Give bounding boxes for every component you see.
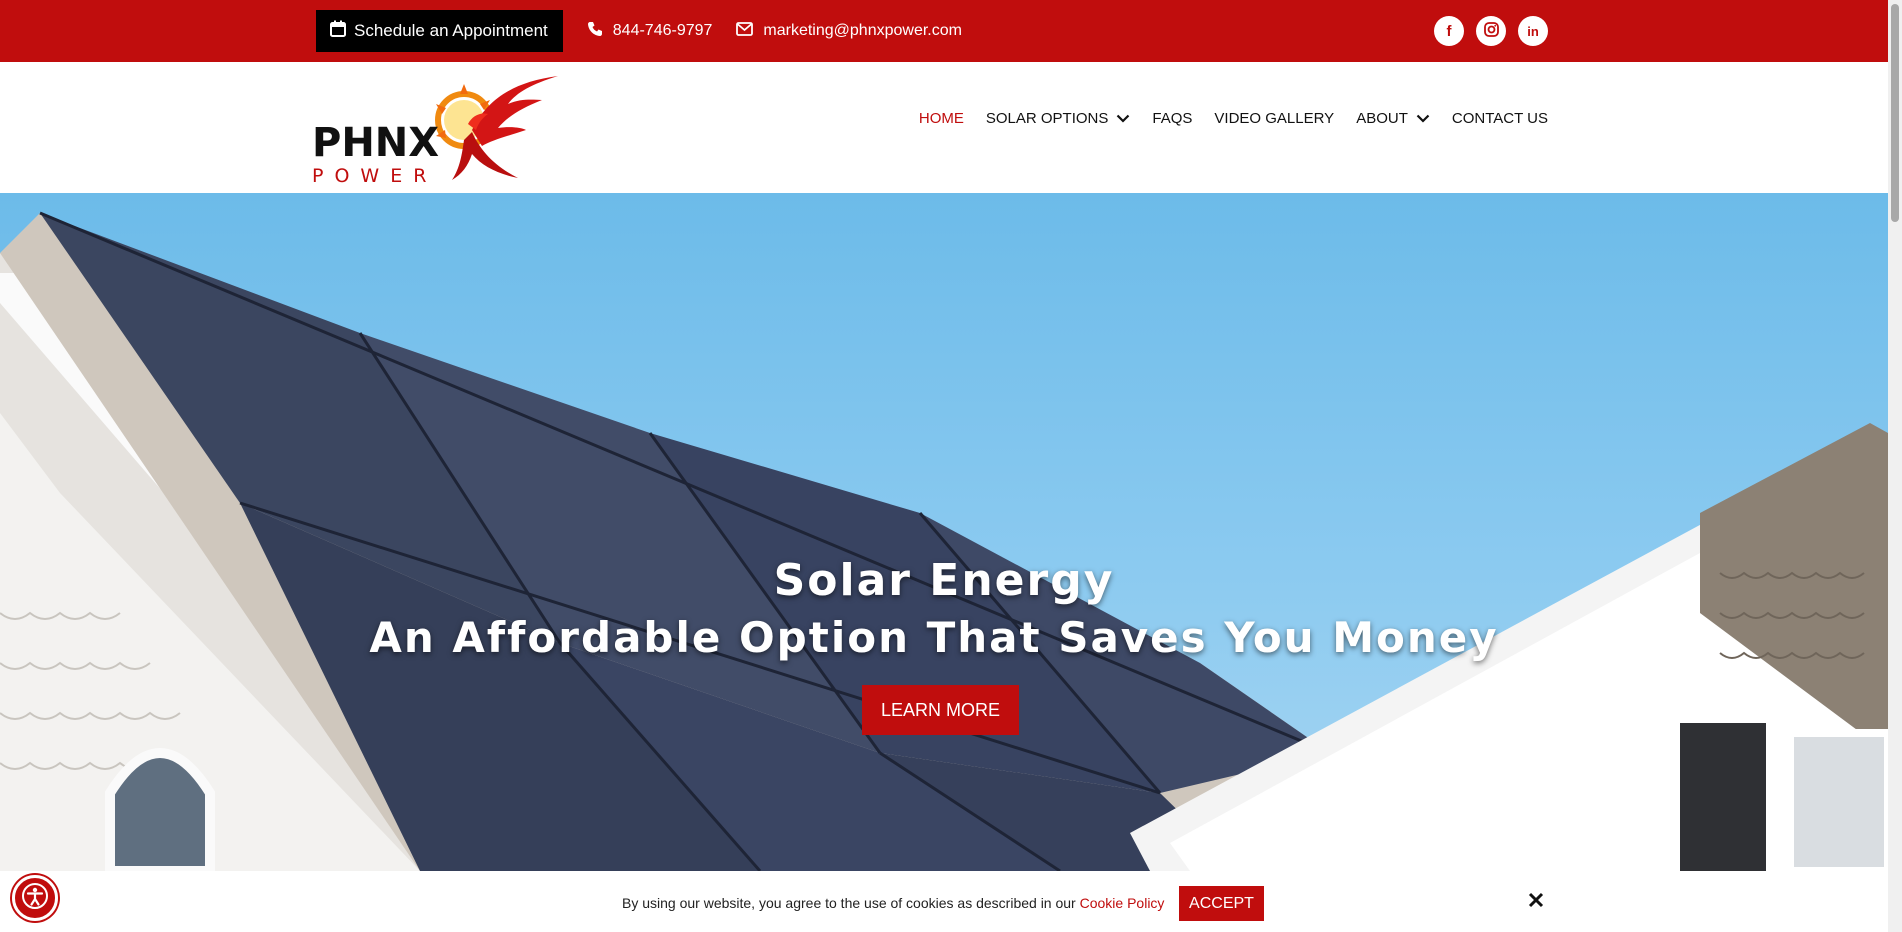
nav-faqs[interactable]: FAQS xyxy=(1152,110,1192,127)
calendar-icon xyxy=(330,20,346,42)
top-bar: Schedule an Appointment 844-746-9797 mar… xyxy=(0,0,1888,62)
phone-link[interactable]: 844-746-9797 xyxy=(587,21,713,42)
cookie-banner: By using our website, you agree to the u… xyxy=(0,871,1888,932)
top-bar-content: Schedule an Appointment 844-746-9797 mar… xyxy=(316,10,1548,52)
facebook-link[interactable]: f xyxy=(1434,16,1464,46)
logo-tagline: POWER xyxy=(312,165,437,187)
schedule-appointment-button[interactable]: Schedule an Appointment xyxy=(316,10,563,52)
solar-roof-image xyxy=(0,211,1888,871)
instagram-icon xyxy=(1483,21,1499,41)
nav-contact-us[interactable]: CONTACT US xyxy=(1452,110,1548,127)
email-link[interactable]: marketing@phnxpower.com xyxy=(736,21,962,41)
nav-faqs-label: FAQS xyxy=(1152,110,1193,127)
accessibility-icon xyxy=(21,882,49,915)
nav-about[interactable]: ABOUT xyxy=(1356,110,1430,127)
nav-solar-options-label: SOLAR OPTIONS xyxy=(985,110,1109,127)
envelope-icon xyxy=(736,21,754,41)
nav-home-label: HOME xyxy=(918,110,964,127)
close-icon[interactable] xyxy=(1525,889,1547,911)
cookie-message-text: By using our website, you agree to the u… xyxy=(622,895,1080,911)
social-links: f in xyxy=(1434,16,1548,46)
accessibility-button[interactable] xyxy=(12,875,58,921)
chevron-down-icon xyxy=(1116,110,1130,127)
schedule-appointment-label: Schedule an Appointment xyxy=(354,21,548,40)
phone-icon xyxy=(587,21,603,42)
email-address: marketing@phnxpower.com xyxy=(763,22,962,39)
page-scrollbar[interactable] xyxy=(1888,0,1902,932)
scrollbar-thumb[interactable] xyxy=(1891,4,1899,222)
linkedin-icon: in xyxy=(1527,23,1539,39)
cookie-policy-link[interactable]: Cookie Policy xyxy=(1080,895,1165,911)
nav-home[interactable]: HOME xyxy=(919,110,964,127)
logo-wordmark: PHNX xyxy=(312,120,439,166)
nav-solar-options[interactable]: SOLAR OPTIONS xyxy=(986,110,1131,127)
phnx-power-logo[interactable]: PHNX POWER xyxy=(312,70,568,188)
hero-banner: Solar Energy An Affordable Option That S… xyxy=(0,193,1888,871)
main-nav: HOME SOLAR OPTIONS FAQS VIDEO GALLERY AB… xyxy=(919,110,1548,127)
nav-about-label: ABOUT xyxy=(1356,110,1408,127)
accept-cookies-button[interactable]: ACCEPT xyxy=(1179,886,1264,921)
nav-contact-us-label: CONTACT US xyxy=(1451,110,1548,127)
facebook-icon: f xyxy=(1446,22,1452,40)
instagram-link[interactable] xyxy=(1476,16,1506,46)
site-header: PHNX POWER HOME SOLAR OPTIONS FAQS VIDEO… xyxy=(0,62,1888,193)
cookie-message: By using our website, you agree to the u… xyxy=(622,895,1164,911)
chevron-down-icon xyxy=(1416,110,1430,127)
linkedin-link[interactable]: in xyxy=(1518,16,1548,46)
nav-video-gallery-label: VIDEO GALLERY xyxy=(1214,110,1335,127)
phone-number: 844-746-9797 xyxy=(612,22,713,39)
nav-video-gallery[interactable]: VIDEO GALLERY xyxy=(1214,110,1334,127)
hero-title: Solar Energy xyxy=(773,555,1115,606)
hero-subtitle: An Affordable Option That Saves You Mone… xyxy=(369,613,1499,662)
learn-more-button[interactable]: LEARN MORE xyxy=(862,685,1019,735)
